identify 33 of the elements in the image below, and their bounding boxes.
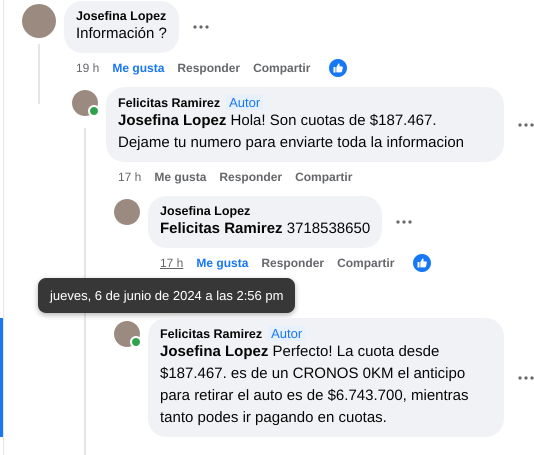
reply-link[interactable]: Responder: [177, 61, 240, 75]
author-name[interactable]: Josefina Lopez: [76, 9, 166, 23]
timestamp-link[interactable]: 17 h: [118, 170, 142, 184]
like-link[interactable]: Me gusta: [154, 170, 206, 184]
timestamp-link[interactable]: 17 h: [160, 256, 184, 270]
author-badge: Autor: [268, 326, 306, 341]
more-options-icon[interactable]: [518, 122, 534, 126]
like-link[interactable]: Me gusta: [112, 61, 164, 75]
thumbs-up-icon[interactable]: [329, 59, 348, 77]
thumbs-up-icon[interactable]: [413, 254, 432, 272]
share-link[interactable]: Compartir: [253, 61, 310, 75]
avatar[interactable]: [22, 4, 56, 38]
like-link[interactable]: Me gusta: [196, 256, 248, 270]
share-link[interactable]: Compartir: [295, 170, 352, 184]
avatar[interactable]: [72, 90, 98, 116]
reply-link[interactable]: Responder: [219, 170, 282, 184]
author-name[interactable]: Felicitas Ramirez: [118, 96, 220, 110]
comment-text: Información ?: [76, 24, 167, 44]
comment-text: Josefina Lopez Hola! Son cuotas de $187.467. Dejame tu numero para enviarte toda la informacion: [118, 111, 466, 153]
author-name[interactable]: Josefina Lopez: [160, 204, 250, 218]
date-tooltip: jueves, 6 de junio de 2024 a las 2:56 pm: [38, 278, 296, 313]
more-options-icon[interactable]: [518, 376, 534, 380]
share-link[interactable]: Compartir: [337, 256, 394, 270]
timestamp-link[interactable]: 19 h: [76, 61, 100, 75]
reply-link[interactable]: Responder: [261, 256, 324, 270]
comment-text: Felicitas Ramirez 3718538650: [160, 219, 370, 239]
comment-text: Josefina Lopez Perfecto! La cuota desde $187.467. es de un CRONOS 0KM el anticipo para retirar el auto es de $6.743.700, mientras tanto podes ir pagando en cuotas.: [160, 342, 470, 428]
author-badge: Autor: [226, 95, 264, 110]
more-options-icon[interactable]: [192, 25, 209, 29]
more-options-icon[interactable]: [396, 220, 412, 224]
author-name[interactable]: Felicitas Ramirez: [160, 326, 262, 340]
avatar[interactable]: [114, 199, 140, 225]
avatar[interactable]: [114, 321, 140, 347]
